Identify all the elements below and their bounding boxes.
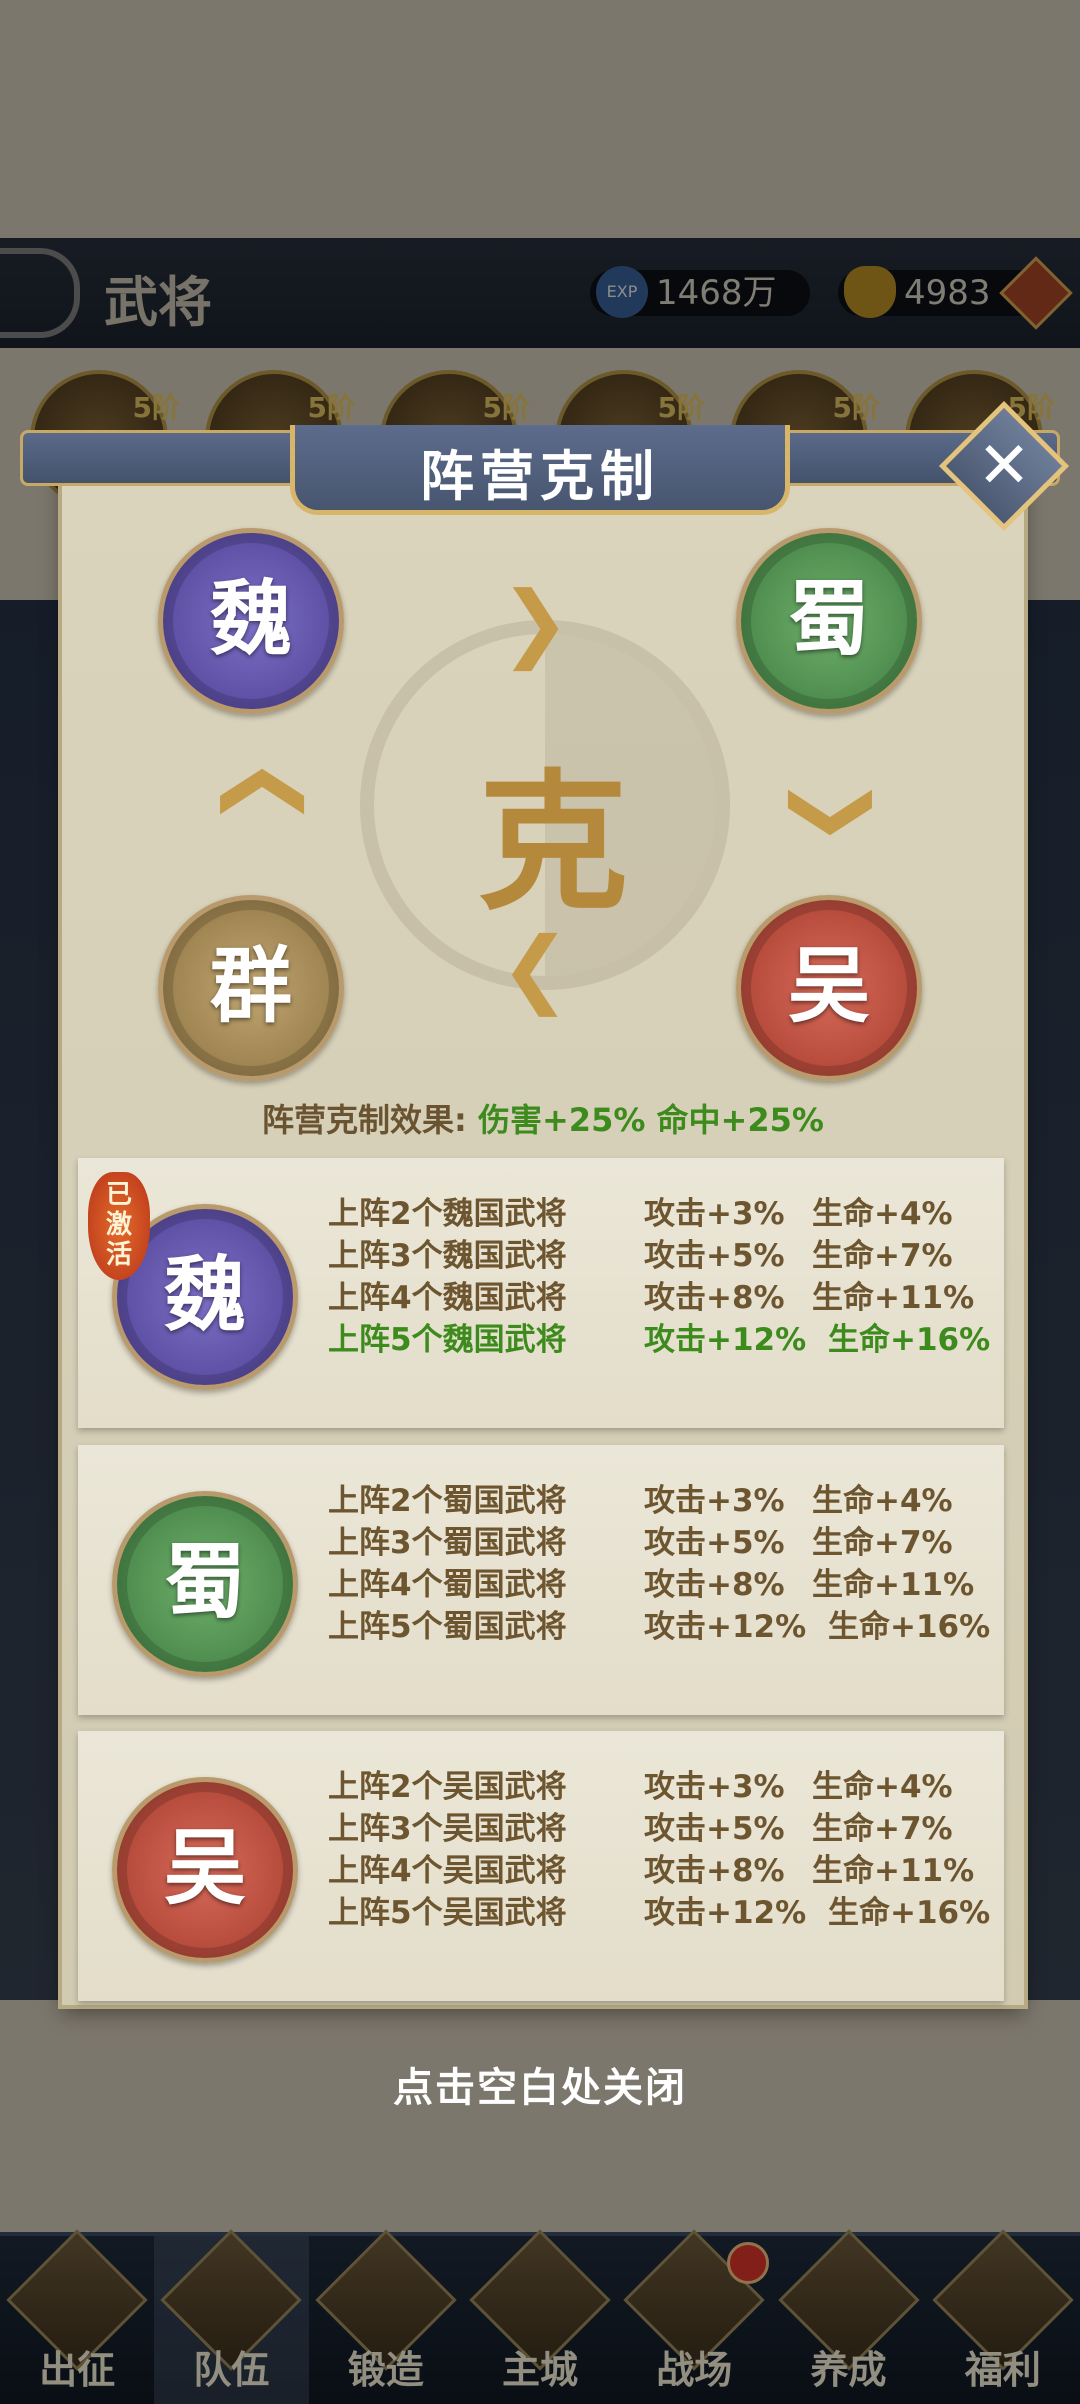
bottom-nav: 出征 队伍 锻造 主城 战场 养成 福利 bbox=[0, 2229, 1080, 2404]
faction-wu-emblem: 吴 bbox=[736, 895, 922, 1081]
add-gold-button[interactable] bbox=[999, 256, 1073, 330]
faction-wu-emblem: 吴 bbox=[112, 1777, 298, 1963]
hero-tier: 5阶 bbox=[482, 391, 530, 424]
faction-shu-emblem: 蜀 bbox=[736, 528, 922, 714]
faction-wei-emblem: 魏 bbox=[158, 528, 344, 714]
nav-forge[interactable]: 锻造 bbox=[309, 2229, 463, 2404]
exp-value: 1468万 bbox=[656, 273, 777, 313]
close-icon: ✕ bbox=[977, 429, 1031, 503]
faction-qun-emblem: 群 bbox=[158, 895, 344, 1081]
arrow-right-icon: ❯ bbox=[500, 573, 571, 671]
gold-ingot-icon bbox=[844, 266, 896, 318]
effect-hit: 命中+25% bbox=[656, 1101, 824, 1139]
activated-badge: 已激活 bbox=[88, 1172, 150, 1280]
effect-damage: 伤害+25% bbox=[477, 1101, 646, 1139]
faction-bonus-card-shu: 蜀 上阵2个蜀国武将 攻击+3% 生命+4% 上阵3个蜀国武将 攻击+5% 生命+7% … bbox=[78, 1445, 1004, 1715]
gold-display: 4983 bbox=[838, 256, 1073, 330]
hero-tier: 5阶 bbox=[132, 391, 180, 424]
top-bar: 武将 EXP 1468万 4983 bbox=[0, 238, 1080, 348]
hero-tier: 5阶 bbox=[657, 391, 705, 424]
arrow-left-icon: ❯ bbox=[500, 933, 571, 1031]
faction-shu-emblem: 蜀 bbox=[112, 1491, 298, 1677]
exp-icon: EXP bbox=[596, 266, 648, 318]
hero-tier: 5阶 bbox=[307, 391, 355, 424]
nav-team[interactable]: 队伍 bbox=[154, 2229, 309, 2404]
counter-glyph: 克 bbox=[478, 755, 629, 931]
modal-title: 阵营克制 bbox=[420, 444, 660, 508]
arrow-down-icon: ❯ bbox=[788, 776, 887, 848]
nav-battlefield[interactable]: 战场 bbox=[617, 2229, 771, 2404]
exp-display: EXP 1468万 bbox=[590, 266, 810, 318]
page-title: 武将 bbox=[104, 271, 212, 334]
background-panel-right bbox=[1020, 600, 1080, 2000]
arrow-up-icon: ❯ bbox=[206, 756, 305, 828]
nav-main-city[interactable]: 主城 bbox=[463, 2229, 617, 2404]
gold-value: 4983 bbox=[904, 273, 991, 313]
nav-welfare[interactable]: 福利 bbox=[926, 2229, 1080, 2404]
hero-tier: 5阶 bbox=[832, 391, 880, 424]
nav-cultivate[interactable]: 养成 bbox=[771, 2229, 925, 2404]
faction-effect-text: 阵营克制效果: 伤害+25% 命中+25% bbox=[62, 1095, 1024, 1141]
faction-bonus-card-wei: 魏 已激活 上阵2个魏国武将 攻击+3% 生命+4% 上阵3个魏国武将 攻击+5% 生命… bbox=[78, 1158, 1004, 1428]
nav-expedition[interactable]: 出征 bbox=[0, 2229, 154, 2404]
back-icon[interactable] bbox=[0, 248, 80, 338]
faction-bonus-card-wu: 吴 上阵2个吴国武将 攻击+3% 生命+4% 上阵3个吴国武将 攻击+5% 生命+7% … bbox=[78, 1731, 1004, 2001]
tap-to-close-hint[interactable]: 点击空白处关闭 bbox=[0, 2055, 1080, 2113]
effect-label: 阵营克制效果: bbox=[262, 1101, 467, 1139]
notification-dot bbox=[727, 2242, 770, 2284]
background-panel-left bbox=[0, 600, 60, 2000]
